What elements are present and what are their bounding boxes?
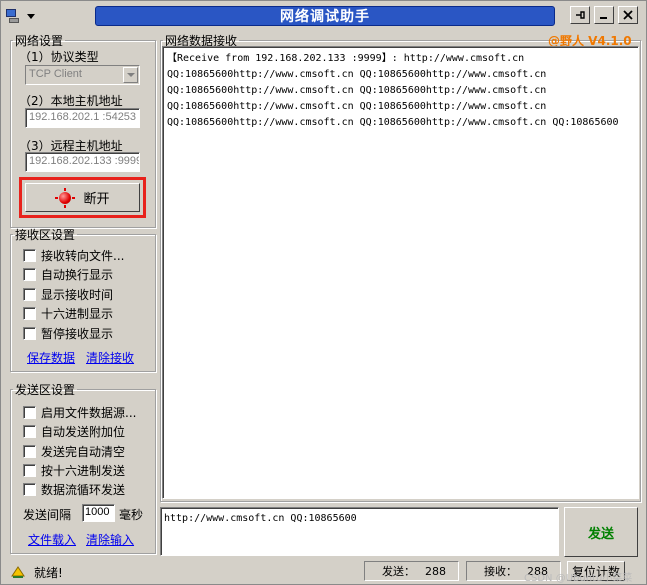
minimize-button[interactable]	[594, 6, 614, 24]
checkbox[interactable]	[23, 288, 36, 301]
receive-line: QQ:10865600http://www.cmsoft.cn QQ:10865…	[167, 101, 547, 112]
chevron-down-icon	[27, 13, 35, 19]
checkbox[interactable]	[23, 249, 36, 262]
checkbox[interactable]	[23, 483, 36, 496]
receive-settings-label: 接收区设置	[15, 228, 76, 242]
protocol-select[interactable]: TCP Client	[25, 65, 140, 85]
receive-textarea[interactable]: 【Receive from 192.168.202.133 :9999】: ht…	[162, 46, 639, 499]
ready-icon	[10, 564, 26, 580]
connect-button-label: 断开	[83, 192, 110, 207]
receive-line: QQ:10865600http://www.cmsoft.cn QQ:10865…	[167, 69, 547, 80]
send-button[interactable]: 发送	[564, 507, 638, 557]
checkbox[interactable]	[23, 327, 36, 340]
pin-icon[interactable]	[570, 6, 590, 24]
checkbox[interactable]	[23, 307, 36, 320]
checkbox[interactable]	[23, 445, 36, 458]
checkbox[interactable]	[23, 406, 36, 419]
send-settings-label: 发送区设置	[15, 383, 76, 397]
receive-option-time[interactable]: 显示接收时间	[23, 286, 113, 303]
remote-host-field[interactable]: 192.168.202.133 :9999	[25, 152, 140, 172]
send-interval-unit: 毫秒	[119, 508, 144, 522]
chevron-down-icon[interactable]	[123, 67, 138, 83]
system-menu[interactable]	[5, 6, 47, 26]
checkbox[interactable]	[23, 268, 36, 281]
send-interval-input[interactable]: 1000	[82, 504, 115, 522]
connect-button[interactable]: 断开	[25, 183, 140, 212]
watermark: CSDN @Ubuntu小菜菜	[524, 573, 633, 584]
red-led-icon	[55, 187, 76, 208]
receive-line: 【Receive from 192.168.202.133 :9999】: ht…	[167, 53, 525, 64]
sent-counter-value: 288	[425, 564, 446, 578]
send-option-autoclear[interactable]: 发送完自动清空	[23, 443, 125, 460]
close-button[interactable]	[618, 6, 638, 24]
send-option-hex[interactable]: 按十六进制发送	[23, 462, 125, 479]
receive-option-wrap[interactable]: 自动换行显示	[23, 266, 113, 283]
receive-option-pause[interactable]: 暂停接收显示	[23, 325, 113, 342]
local-host-field[interactable]: 192.168.202.1 :54253	[25, 108, 140, 128]
clear-receive-link[interactable]: 清除接收	[86, 349, 134, 366]
window-title: 网络调试助手	[95, 6, 555, 26]
checkbox[interactable]	[23, 425, 36, 438]
save-data-link[interactable]: 保存数据	[27, 349, 75, 366]
app-window: 网络调试助手 网络设置 （1）协议类型 TCP Client （2）本地主机地址…	[0, 0, 647, 585]
receive-option-file[interactable]: 接收转向文件...	[23, 247, 124, 264]
receive-option-hex[interactable]: 十六进制显示	[23, 305, 113, 322]
protocol-select-value: TCP Client	[29, 68, 82, 80]
sent-counter: 发送： 288	[364, 561, 459, 581]
send-textarea[interactable]: http://www.cmsoft.cn QQ:10865600	[160, 507, 559, 556]
network-settings-label: 网络设置	[15, 34, 64, 48]
checkbox[interactable]	[23, 464, 36, 477]
received-counter-label: 接收：	[484, 565, 517, 578]
title-bar: 网络调试助手	[1, 1, 646, 31]
status-text: 就绪!	[34, 566, 63, 580]
send-option-file[interactable]: 启用文件数据源...	[23, 404, 136, 421]
receive-line: QQ:10865600http://www.cmsoft.cn QQ:10865…	[167, 85, 547, 96]
local-host-label: （2）本地主机地址	[19, 94, 123, 108]
clear-input-link[interactable]: 清除输入	[86, 531, 134, 548]
load-file-link[interactable]: 文件载入	[28, 531, 76, 548]
send-option-append[interactable]: 自动发送附加位	[23, 423, 125, 440]
network-tool-icon	[5, 8, 21, 24]
send-option-loop[interactable]: 数据流循环发送	[23, 481, 125, 498]
send-interval-label: 发送间隔	[23, 508, 72, 522]
sent-counter-label: 发送：	[382, 565, 415, 578]
connect-button-highlight: 断开	[19, 177, 146, 218]
receive-line: QQ:10865600http://www.cmsoft.cn QQ:10865…	[167, 117, 619, 128]
protocol-label: （1）协议类型	[19, 50, 99, 64]
